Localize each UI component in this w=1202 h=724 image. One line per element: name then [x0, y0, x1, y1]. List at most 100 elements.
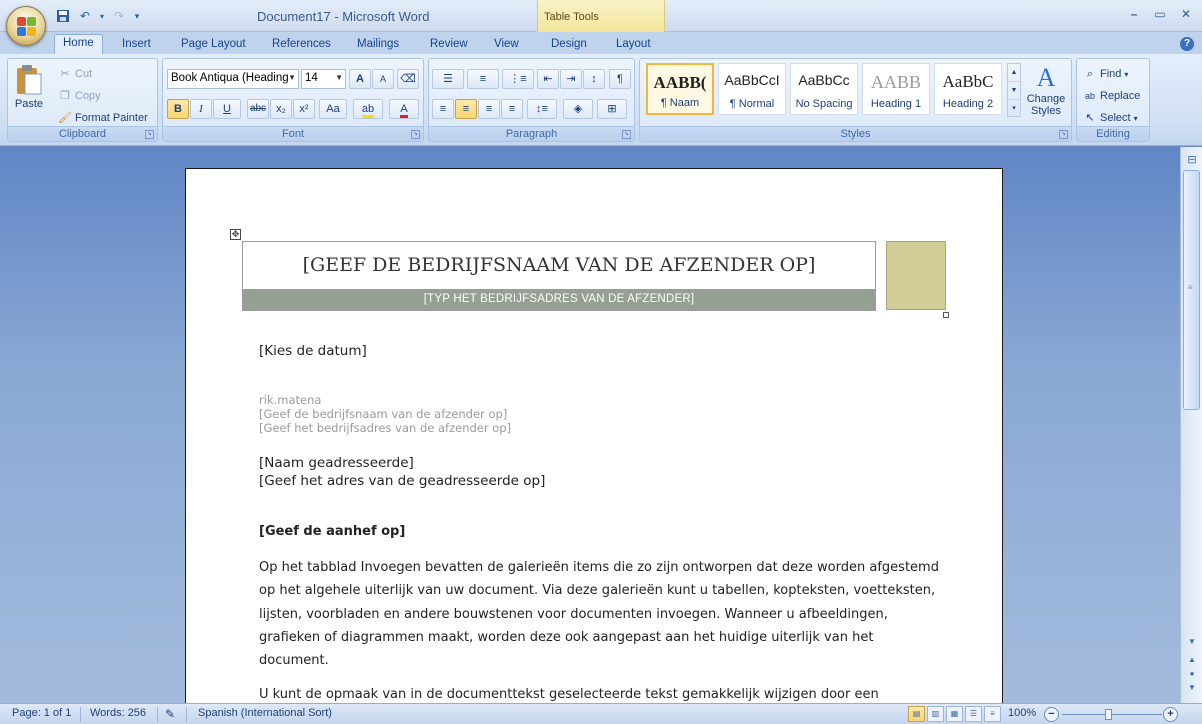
- shading-icon[interactable]: ◈: [563, 99, 593, 119]
- next-page-icon[interactable]: ▼: [1184, 681, 1200, 695]
- table-resize-handle[interactable]: [943, 312, 949, 318]
- undo-icon[interactable]: ↶: [76, 8, 94, 24]
- date-field[interactable]: [Kies de datum]: [259, 343, 367, 359]
- zoom-slider-thumb[interactable]: [1105, 709, 1112, 720]
- font-dialog-launcher[interactable]: ↘: [411, 130, 420, 139]
- draft-view-icon[interactable]: ≡: [984, 706, 1001, 722]
- previous-page-icon[interactable]: ▲: [1184, 653, 1200, 667]
- shrink-font-button[interactable]: A: [372, 69, 394, 89]
- numbering-icon[interactable]: ≡: [467, 69, 499, 89]
- tab-insert[interactable]: Insert: [114, 36, 159, 54]
- justify-icon[interactable]: ≡: [501, 99, 523, 119]
- tab-references[interactable]: References: [264, 36, 339, 54]
- word-count[interactable]: Words: 256: [90, 707, 146, 719]
- undo-dropdown-icon[interactable]: ▾: [98, 8, 106, 24]
- close-button[interactable]: ✕: [1178, 6, 1194, 22]
- find-button[interactable]: ⌕ Find ▾: [1083, 67, 1129, 81]
- help-icon[interactable]: ?: [1180, 37, 1194, 51]
- superscript-button[interactable]: x²: [293, 99, 315, 119]
- paste-button[interactable]: Paste: [14, 63, 44, 110]
- style-no-spacing[interactable]: AaBbCc No Spacing: [790, 63, 858, 115]
- grow-font-button[interactable]: A: [349, 69, 371, 89]
- underline-button[interactable]: U: [213, 99, 241, 119]
- sender-company-field[interactable]: [Geef de bedrijfsnaam van de afzender op…: [259, 407, 507, 421]
- style-heading-1[interactable]: AABB Heading 1: [862, 63, 930, 115]
- style-heading-2[interactable]: AaBbC Heading 2: [934, 63, 1002, 115]
- change-case-button[interactable]: Aa: [319, 99, 347, 119]
- increase-indent-icon[interactable]: ⇥: [560, 69, 582, 89]
- customize-qat-icon[interactable]: ▾: [132, 8, 142, 24]
- browse-object-icon[interactable]: ●: [1184, 667, 1200, 681]
- styles-dialog-launcher[interactable]: ↘: [1059, 130, 1068, 139]
- table-move-handle-icon[interactable]: ✥: [230, 229, 241, 240]
- tab-design[interactable]: Design: [543, 36, 595, 54]
- copy-button[interactable]: ❐ Copy: [58, 89, 101, 103]
- zoom-out-icon[interactable]: −: [1044, 707, 1059, 722]
- align-right-icon[interactable]: ≡: [478, 99, 500, 119]
- recipient-address-field[interactable]: [Geef het adres van de geadresseerde op]: [259, 473, 545, 489]
- style-naam[interactable]: AABB( ¶ Naam: [646, 63, 714, 115]
- tab-view[interactable]: View: [486, 36, 527, 54]
- line-spacing-icon[interactable]: ↕≡: [527, 99, 557, 119]
- chevron-down-icon[interactable]: ▼: [1008, 82, 1020, 100]
- tab-layout[interactable]: Layout: [608, 36, 659, 54]
- full-screen-reading-view-icon[interactable]: ▥: [927, 706, 944, 722]
- sender-name[interactable]: rik.matena: [259, 393, 321, 407]
- zoom-in-icon[interactable]: +: [1163, 707, 1178, 722]
- office-button[interactable]: [6, 6, 46, 46]
- scrollbar-thumb[interactable]: ≡: [1183, 170, 1200, 410]
- maximize-button[interactable]: ▭: [1152, 6, 1168, 22]
- cut-button[interactable]: ✂ Cut: [58, 67, 92, 81]
- vertical-scrollbar[interactable]: ⊟ ≡ ▼ ▲ ● ▼: [1180, 147, 1202, 703]
- show-formatting-marks-icon[interactable]: ¶: [609, 69, 631, 89]
- bullets-icon[interactable]: ☰: [432, 69, 464, 89]
- select-button[interactable]: ↖ Select ▾: [1083, 111, 1137, 125]
- styles-gallery-scroll[interactable]: ▲ ▼ ▾: [1007, 63, 1021, 117]
- proofing-icon[interactable]: ✎: [165, 707, 175, 721]
- tab-home[interactable]: Home: [54, 34, 103, 55]
- font-size-combo[interactable]: 14 ▼: [301, 69, 346, 89]
- sender-company-address[interactable]: [TYP HET BEDRIJFSADRES VAN DE AFZENDER]: [243, 289, 875, 310]
- language-indicator[interactable]: Spanish (International Sort): [198, 707, 332, 719]
- sender-address-field[interactable]: [Geef het bedrijfsadres van de afzender …: [259, 421, 511, 435]
- highlight-color-button[interactable]: ab: [353, 99, 383, 119]
- zoom-level[interactable]: 100%: [1008, 707, 1036, 719]
- sender-company-name[interactable]: [GEEF DE BEDRIJFSNAAM VAN DE AFZENDER OP…: [243, 254, 875, 276]
- align-left-icon[interactable]: ≡: [432, 99, 454, 119]
- tab-page-layout[interactable]: Page Layout: [173, 36, 254, 54]
- ruler-toggle-icon[interactable]: ⊟: [1185, 153, 1199, 167]
- zoom-slider-track[interactable]: [1062, 714, 1162, 715]
- decrease-indent-icon[interactable]: ⇤: [537, 69, 559, 89]
- align-center-icon[interactable]: ≡: [455, 99, 477, 119]
- multilevel-list-icon[interactable]: ⋮≡: [502, 69, 534, 89]
- borders-icon[interactable]: ⊞: [597, 99, 627, 119]
- style-normal[interactable]: AaBbCcI ¶ Normal: [718, 63, 786, 115]
- web-layout-view-icon[interactable]: ▦: [946, 706, 963, 722]
- change-styles-button[interactable]: A Change Styles: [1024, 63, 1068, 117]
- print-layout-view-icon[interactable]: ▤: [908, 706, 925, 722]
- subscript-button[interactable]: x₂: [270, 99, 292, 119]
- redo-icon[interactable]: ↷: [110, 8, 128, 24]
- tab-mailings[interactable]: Mailings: [349, 36, 407, 54]
- strikethrough-button[interactable]: abc: [247, 99, 269, 119]
- font-color-button[interactable]: A: [389, 99, 419, 119]
- sort-icon[interactable]: ↕: [583, 69, 605, 89]
- tab-review[interactable]: Review: [422, 36, 476, 54]
- minimize-button[interactable]: –: [1126, 6, 1142, 22]
- document-page[interactable]: ✥ [GEEF DE BEDRIJFSNAAM VAN DE AFZENDER …: [185, 168, 1003, 724]
- format-painter-button[interactable]: 🖌 Format Painter: [58, 111, 148, 125]
- paragraph-dialog-launcher[interactable]: ↘: [622, 130, 631, 139]
- clear-formatting-icon[interactable]: ⌫: [397, 69, 419, 89]
- replace-button[interactable]: ab Replace: [1083, 89, 1140, 103]
- italic-button[interactable]: I: [190, 99, 212, 119]
- scroll-down-icon[interactable]: ▼: [1184, 635, 1200, 649]
- chevron-up-icon[interactable]: ▲: [1008, 64, 1020, 82]
- outline-view-icon[interactable]: ☰: [965, 706, 982, 722]
- gallery-more-icon[interactable]: ▾: [1008, 100, 1020, 118]
- body-paragraph-1[interactable]: Op het tabblad Invoegen bevatten de gale…: [259, 556, 939, 672]
- page-count[interactable]: Page: 1 of 1: [12, 707, 71, 719]
- letterhead-header[interactable]: [GEEF DE BEDRIJFSNAAM VAN DE AFZENDER OP…: [242, 241, 876, 311]
- salutation-field[interactable]: [Geef de aanhef op]: [259, 524, 405, 539]
- bold-button[interactable]: B: [167, 99, 189, 119]
- recipient-name-field[interactable]: [Naam geadresseerde]: [259, 455, 414, 471]
